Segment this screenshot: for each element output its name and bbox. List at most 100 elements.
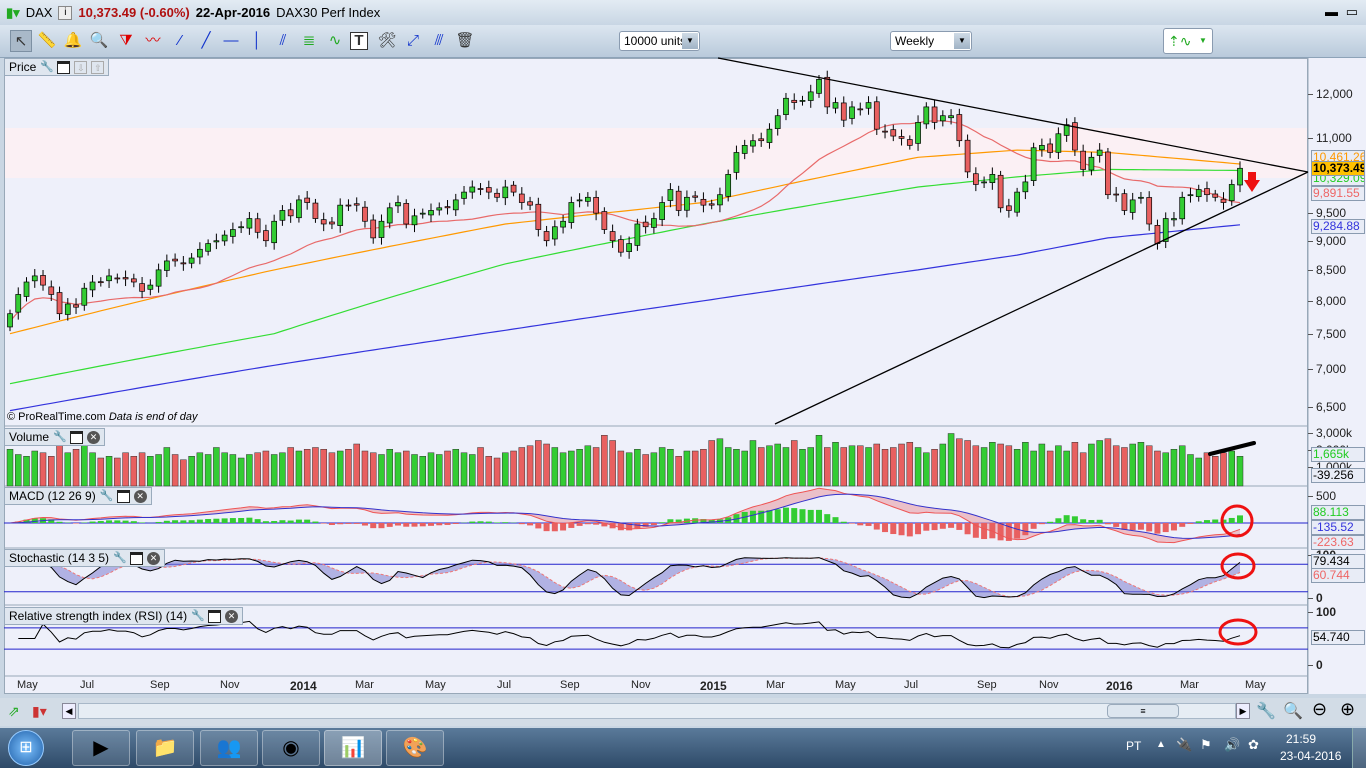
volume-bar [402, 450, 410, 487]
power-icon[interactable]: 🔌 [1176, 737, 1192, 753]
close-icon[interactable]: ✕ [225, 609, 239, 623]
volume-bar [287, 447, 294, 487]
ma200-line [9, 224, 1241, 412]
window-icon[interactable] [130, 551, 144, 565]
scrollbar-thumb[interactable]: ≡ [1107, 704, 1179, 718]
candle-body [560, 220, 566, 228]
window-icon[interactable] [208, 609, 222, 623]
scroll-right-button[interactable]: ▶ [1236, 703, 1250, 719]
candle-body [73, 304, 79, 308]
show-hidden-icons[interactable]: ▲ [1156, 739, 1166, 750]
macd-histogram-bar [766, 510, 773, 523]
show-desktop-button[interactable] [1352, 728, 1366, 768]
ma200-value-box: 9,284.88 [1311, 219, 1365, 234]
volume-bar [584, 445, 592, 487]
price-tick: 8,500 [1307, 263, 1347, 277]
candle-body [1014, 191, 1020, 213]
volume-bar [411, 454, 418, 487]
wrench-icon[interactable]: 🔧 [40, 61, 54, 74]
macd-histogram-bar [205, 519, 212, 523]
media-player-taskbar-icon[interactable]: ▶ [72, 730, 130, 766]
macd-histogram-bar [419, 523, 426, 527]
candle-body [1228, 184, 1235, 202]
candle-body [783, 97, 789, 115]
volume-bar [989, 442, 996, 487]
prorealtime-taskbar-icon[interactable]: 📊 [324, 730, 382, 766]
volume-bar [188, 456, 195, 487]
horizontal-scrollbar[interactable] [78, 703, 1236, 719]
volume-bar [873, 443, 881, 487]
sync-icon[interactable]: ✿ [1248, 737, 1259, 753]
language-indicator[interactable]: PT [1126, 739, 1141, 753]
wrench-icon[interactable]: 🔧 [113, 552, 127, 565]
clock-date[interactable]: 23-04-2016 [1280, 749, 1341, 763]
action-center-flag-icon[interactable]: ⚑ [1200, 737, 1212, 753]
macd-histogram-bar [1187, 523, 1194, 524]
candle-body [221, 234, 228, 242]
windows-taskbar: ⊞ ▶ 📁 👥 ◉ 📊 🎨 PT ▲ 🔌 ⚑ 🔊 ✿ 21:59 23-04-2… [0, 728, 1366, 768]
explorer-taskbar-icon[interactable]: 📁 [136, 730, 194, 766]
volume-bar [543, 443, 550, 487]
macd-histogram-bar [617, 523, 624, 531]
volume-bar [1022, 442, 1029, 487]
volume-bar [683, 450, 691, 487]
candle-body [543, 231, 550, 242]
zoom-in-icon[interactable]: ⊕ [1340, 699, 1355, 720]
candle-body [279, 210, 286, 221]
volume-bar [1055, 445, 1062, 487]
macd-histogram-bar [650, 523, 657, 526]
window-icon[interactable] [70, 430, 84, 444]
macd-histogram-bar [568, 523, 575, 528]
candle-body [898, 136, 905, 139]
close-icon[interactable]: ✕ [133, 489, 147, 503]
time-axis-label: May [425, 679, 446, 691]
chart-settings-icon[interactable]: ⇗ [8, 703, 20, 720]
wrench-icon[interactable]: 🔧 [53, 431, 67, 444]
macd-histogram-bar [155, 521, 162, 523]
candle-body [593, 197, 599, 214]
candle-body [1055, 133, 1062, 153]
scroll-left-button[interactable]: ◀ [62, 703, 76, 719]
volume-icon[interactable]: 🔊 [1224, 737, 1240, 753]
close-icon[interactable]: ✕ [87, 430, 101, 444]
chart-properties-icon[interactable]: 🔧 [1256, 701, 1276, 721]
macd-histogram-bar [56, 521, 63, 523]
candle-body [213, 240, 220, 243]
wrench-icon[interactable]: 🔧 [100, 490, 114, 503]
paint-taskbar-icon[interactable]: 🎨 [386, 730, 444, 766]
candle-style-icon[interactable]: ▮▾ [32, 703, 47, 720]
time-axis-label: Sep [150, 679, 170, 691]
volume-bar [757, 447, 765, 487]
panel-title: Volume [9, 430, 50, 444]
macd-histogram-bar [1129, 523, 1136, 531]
volume-bar [72, 449, 80, 487]
panel-title: MACD (12 26 9) [9, 489, 96, 503]
wrench-icon[interactable]: 🔧 [191, 610, 205, 623]
volume-bar [328, 452, 336, 487]
volume-bar [617, 450, 625, 487]
panel-title: Relative strength index (RSI) (14) [9, 609, 188, 623]
window-icon[interactable] [57, 60, 71, 74]
chrome-taskbar-icon[interactable]: ◉ [262, 730, 320, 766]
macd-histogram-bar [1113, 523, 1120, 527]
autoscale-zoom-icon[interactable]: 🔍 [1283, 701, 1303, 721]
time-axis-label: Jul [80, 679, 95, 691]
window-icon[interactable] [116, 489, 130, 503]
start-button[interactable]: ⊞ [8, 730, 44, 766]
candle-body [626, 243, 632, 252]
volume-bar [1195, 457, 1202, 487]
candle-body [609, 231, 616, 242]
candle-body [64, 303, 71, 315]
macd-histogram-bar [403, 523, 410, 527]
zoom-out-icon[interactable]: ⊖ [1312, 699, 1327, 720]
clock-time[interactable]: 21:59 [1286, 732, 1316, 746]
candle-body [7, 313, 13, 328]
volume-bar [237, 457, 245, 487]
volume-bar [1063, 450, 1070, 487]
close-icon[interactable]: ✕ [147, 551, 161, 565]
volume-bar [997, 443, 1004, 487]
messenger-taskbar-icon[interactable]: 👥 [200, 730, 258, 766]
candle-body [180, 262, 187, 265]
candle-body [263, 230, 269, 242]
candle-body [890, 129, 897, 137]
